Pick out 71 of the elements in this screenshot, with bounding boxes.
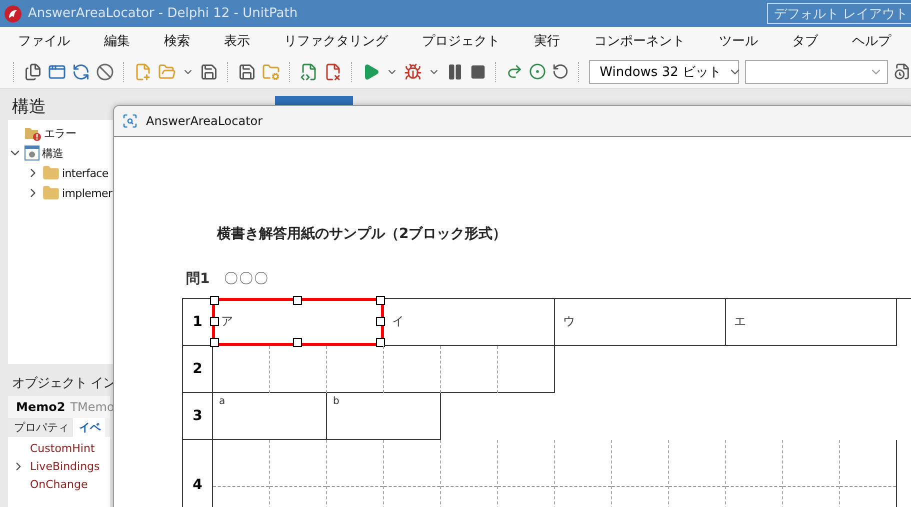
cell-label: a [219, 396, 226, 407]
app-logo-icon [4, 4, 22, 22]
answer-cell[interactable]: ア [213, 299, 384, 346]
remove-file-icon[interactable] [324, 62, 342, 80]
resize-handle[interactable] [210, 296, 219, 305]
answer-cell[interactable]: a [213, 393, 327, 440]
cell-label: ウ [563, 313, 575, 330]
resize-handle[interactable] [376, 296, 385, 305]
stop-icon[interactable] [470, 64, 486, 80]
code-file-icon[interactable] [300, 62, 318, 80]
panel-title: 構造 [12, 96, 46, 118]
window-icon[interactable] [48, 62, 66, 80]
answer-cell[interactable]: ウ [555, 299, 726, 346]
menu-item[interactable]: 実行 [524, 32, 570, 50]
file-clock-icon[interactable] [894, 63, 911, 80]
refresh-icon[interactable] [72, 62, 90, 80]
save-icon[interactable] [200, 62, 218, 80]
event-name[interactable]: LiveBindings [30, 460, 100, 472]
menu-item[interactable]: ヘルプ [842, 32, 901, 50]
save-all-icon[interactable] [238, 62, 256, 80]
menu-item[interactable]: ファイル [8, 32, 80, 50]
folder-icon [42, 184, 60, 202]
row-number: 3 [182, 393, 213, 440]
sheet-title: 横書き解答用紙のサンプル（2ブロック形式） [217, 225, 508, 243]
resize-handle[interactable] [293, 338, 302, 347]
menu-item[interactable]: プロジェクト [412, 32, 510, 50]
window-title: AnswerAreaLocator - Delphi 12 - UnitPath [28, 6, 299, 21]
menu-item[interactable]: 表示 [214, 32, 260, 50]
menu-item[interactable]: リファクタリング [274, 32, 398, 50]
answer-cell[interactable]: イ [384, 299, 555, 346]
resize-handle[interactable] [210, 317, 219, 326]
structure-icon [24, 145, 40, 161]
resize-handle[interactable] [293, 296, 302, 305]
folder-icon [42, 164, 60, 182]
menu-item[interactable]: ツール [709, 32, 768, 50]
menu-item[interactable]: 検索 [154, 32, 200, 50]
row-number: 4 [182, 440, 213, 507]
answer-cell[interactable]: エ [726, 299, 897, 346]
cell-label: b [333, 396, 340, 407]
resize-handle[interactable] [210, 338, 219, 347]
bug-icon[interactable] [404, 62, 422, 80]
cell-label: エ [734, 313, 746, 330]
step-over-icon[interactable] [506, 63, 523, 80]
menu-item[interactable]: コンポーネント [584, 32, 695, 50]
inspector-tab[interactable]: イベ [73, 418, 105, 437]
resize-handle[interactable] [376, 317, 385, 326]
cell-label: ア [221, 313, 233, 330]
reset-icon[interactable] [552, 63, 569, 80]
copy-icon[interactable] [24, 62, 42, 80]
question-number: 問1 [186, 270, 210, 288]
tree-item[interactable]: interface [62, 166, 108, 180]
cell-label: イ [392, 313, 404, 330]
ban-icon[interactable] [96, 62, 114, 80]
menu-item[interactable]: 編集 [94, 32, 140, 50]
row-number: 2 [182, 346, 213, 393]
question-text: 〇〇〇 [224, 270, 269, 288]
resize-handle[interactable] [376, 338, 385, 347]
tree-item[interactable]: エラー [44, 126, 76, 140]
window-title: AnswerAreaLocator [146, 114, 263, 128]
menu-item[interactable]: タブ [782, 32, 828, 50]
component-name: Memo2 [16, 400, 66, 414]
platform-value: Windows 32 ビット [600, 64, 722, 80]
tree-item[interactable]: 構造 [42, 146, 64, 160]
event-name[interactable]: OnChange [30, 478, 88, 490]
scan-search-icon [122, 113, 138, 129]
platform-dropdown[interactable]: Windows 32 ビット [588, 60, 739, 84]
folder-error-icon [24, 125, 42, 141]
inspector-tab[interactable]: プロパティ [8, 418, 73, 437]
tree-item[interactable]: implemer [62, 186, 112, 200]
event-name[interactable]: CustomHint [30, 442, 95, 454]
answer-cell[interactable]: b [327, 393, 441, 440]
